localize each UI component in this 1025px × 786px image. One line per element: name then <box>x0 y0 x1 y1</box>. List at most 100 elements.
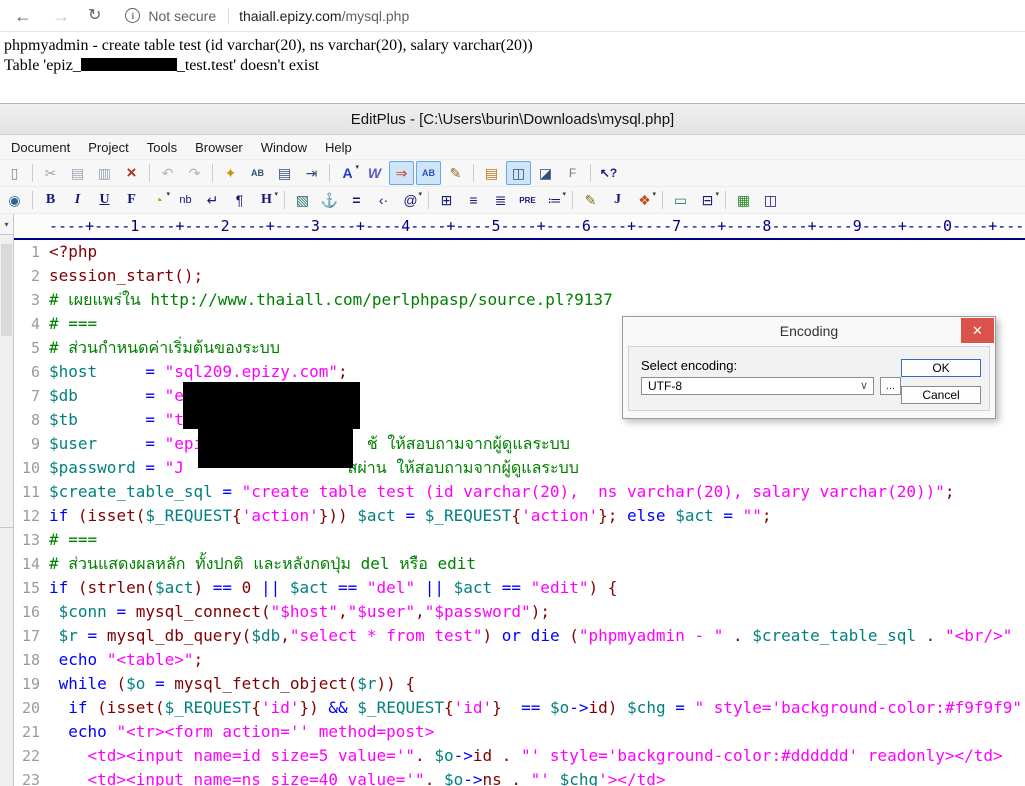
url-path[interactable]: /mysql.php <box>342 8 410 24</box>
menu-browser[interactable]: Browser <box>186 138 252 157</box>
line-numbers-icon[interactable]: AB <box>416 161 441 185</box>
refresh-icon[interactable]: ↻ <box>88 7 101 24</box>
object-icon[interactable]: ❖ ▾ <box>632 188 657 212</box>
underline-icon[interactable]: U <box>92 188 117 212</box>
font-icon[interactable]: A ▾ <box>335 161 360 185</box>
code-segment: $o <box>126 674 146 693</box>
ok-button[interactable]: OK <box>901 359 981 377</box>
document-list-icon[interactable]: ▤ <box>479 161 504 185</box>
reformat-icon[interactable]: ✎ <box>443 161 468 185</box>
left-scroll-strip[interactable]: ▾ <box>0 214 14 786</box>
cancel-button[interactable]: Cancel <box>901 386 981 404</box>
code-line-11[interactable]: 11 $create_table_sql = "create table test… <box>14 480 1025 504</box>
code-line-20[interactable]: 20 if (isset($_REQUEST{'id'}) && $_REQUE… <box>14 696 1025 720</box>
form-icon[interactable]: ⊟ ▾ <box>695 188 720 212</box>
site-info-icon[interactable]: i <box>125 8 141 23</box>
script-icon[interactable]: ✎ <box>578 188 603 212</box>
pre-icon[interactable]: PRE <box>515 188 540 212</box>
menu-project[interactable]: Project <box>79 138 137 157</box>
code-segment: "' style='background-color:#dddddd' read… <box>521 746 1003 765</box>
redo-icon[interactable]: ↷ <box>182 161 207 185</box>
font-size-icon[interactable]: F <box>119 188 144 212</box>
output-window-icon[interactable]: ◪ <box>533 161 558 185</box>
dialog-titlebar[interactable]: Encoding <box>623 317 995 344</box>
menu-tools[interactable]: Tools <box>138 138 186 157</box>
browser-window-icon-glyph: ▦ <box>736 191 751 208</box>
code-line-10[interactable]: 10 $password = "J สผ่าน ให้สอบถามจากผู้ดู… <box>14 456 1025 480</box>
align-right-icon[interactable]: ≣ <box>488 188 513 212</box>
code-segment: id . <box>472 746 522 765</box>
auto-indent-icon[interactable]: ⇒ <box>389 161 414 185</box>
code-line-16[interactable]: 16 $conn = mysql_connect("$host","$user"… <box>14 600 1025 624</box>
code-line-3[interactable]: 3 # เผยแพร่ใน http://www.thaiall.com/perl… <box>14 288 1025 312</box>
frame-icon[interactable]: ◫ <box>758 188 783 212</box>
code-line-12[interactable]: 12 if (isset($_REQUEST{'action'})) $act =… <box>14 504 1025 528</box>
browser-window-icon[interactable]: ▦ <box>731 188 756 212</box>
undo-icon[interactable]: ↶ <box>155 161 180 185</box>
code-line-18[interactable]: 18 echo "<table>"; <box>14 648 1025 672</box>
heading-icon[interactable]: H ▾ <box>254 188 279 212</box>
align-center-icon[interactable]: ≡ <box>461 188 486 212</box>
code-segment: if <box>68 698 98 717</box>
code-line-22[interactable]: 22 <td><input name=id size=5 value='". $… <box>14 744 1025 768</box>
find-in-files-icon[interactable]: ▤ <box>272 161 297 185</box>
code-line-23[interactable]: 23 <td><input name=ns size=40 value='". … <box>14 768 1025 786</box>
code-segment: else <box>627 506 676 525</box>
text-color-icon[interactable]: ◔ ▾ <box>146 188 171 212</box>
scroll-thumb[interactable] <box>1 244 12 336</box>
browser-preview-icon[interactable]: ◉ <box>2 188 27 212</box>
browse-button[interactable]: ... <box>880 377 901 395</box>
find-icon[interactable]: ✦ <box>218 161 243 185</box>
line-break-icon[interactable]: ↵ <box>200 188 225 212</box>
code-segment: if <box>49 578 78 597</box>
anchor-icon[interactable]: ⚓ <box>317 188 342 212</box>
bold-icon[interactable]: B <box>38 188 63 212</box>
object-icon-glyph: ❖ <box>638 191 651 208</box>
nbsp-icon[interactable]: nb <box>173 188 198 212</box>
code-line-17[interactable]: 17 $r = mysql_db_query($db,"select * fro… <box>14 624 1025 648</box>
code-line-2[interactable]: 2 session_start(); <box>14 264 1025 288</box>
word-wrap-icon[interactable]: W <box>362 161 387 185</box>
code-line-15[interactable]: 15 if (strlen($act) == 0 || $act == "del"… <box>14 576 1025 600</box>
paragraph-icon[interactable]: ¶ <box>227 188 252 212</box>
delete-icon[interactable]: × <box>119 161 144 185</box>
code-segment: } <box>492 698 502 717</box>
code-line-14[interactable]: 14 # ส่วนแสดงผลหลัก ทั้งปกติ และหลังกดปุ่… <box>14 552 1025 576</box>
replace-icon[interactable]: AB <box>245 161 270 185</box>
forward-icon[interactable]: → <box>52 7 70 25</box>
url-host[interactable]: thaiall.epizy.com <box>239 8 341 24</box>
code-line-9[interactable]: 9 $user = "epiz ช้ ให้สอบถามจากผู้ดูแลระบ… <box>14 432 1025 456</box>
cliptext-window-icon[interactable]: ◫ <box>506 161 531 185</box>
code-line-1[interactable]: 1 <?php <box>14 240 1025 264</box>
cut-icon[interactable]: ✂ <box>38 161 63 185</box>
paste-icon[interactable]: ▥ <box>92 161 117 185</box>
menu-document[interactable]: Document <box>2 138 79 157</box>
javascript-icon[interactable]: J <box>605 188 630 212</box>
function-list-icon-glyph: F <box>568 166 577 180</box>
image-icon[interactable]: ▧ <box>290 188 315 212</box>
italic-icon[interactable]: I <box>65 188 90 212</box>
dialog-close-button[interactable]: ✕ <box>961 318 994 343</box>
table-icon[interactable]: ⊞ <box>434 188 459 212</box>
goto-list-icon[interactable]: ⇥ <box>299 161 324 185</box>
code-segment: "sql209.epizy.com" <box>164 362 338 381</box>
list-icon[interactable]: ≔ ▾ <box>542 188 567 212</box>
comment-icon[interactable]: ‹· <box>371 188 396 212</box>
context-help-icon[interactable]: ↖? <box>596 161 621 185</box>
copy-icon[interactable]: ▤ <box>65 161 90 185</box>
menu-window[interactable]: Window <box>252 138 316 157</box>
menu-help[interactable]: Help <box>316 138 361 157</box>
code-line-13[interactable]: 13 # === <box>14 528 1025 552</box>
back-icon[interactable]: ← <box>14 7 32 25</box>
folder-icon[interactable]: ▭ <box>668 188 693 212</box>
code-segment: = <box>395 506 425 525</box>
hr-icon[interactable]: = <box>344 188 369 212</box>
code-line-21[interactable]: 21 echo "<tr><form action='' method=post… <box>14 720 1025 744</box>
email-icon[interactable]: @ ▾ <box>398 188 423 212</box>
new-document-icon[interactable]: ▯ <box>2 161 27 185</box>
code-line-19[interactable]: 19 while ($o = mysql_fetch_object($r)) { <box>14 672 1025 696</box>
scroll-chevron-icon[interactable]: ▾ <box>0 214 13 235</box>
encoding-combobox[interactable]: UTF-8 ∨ <box>641 377 874 395</box>
titlebar[interactable]: EditPlus - [C:\Users\burin\Downloads\mys… <box>0 104 1025 135</box>
function-list-icon[interactable]: F <box>560 161 585 185</box>
